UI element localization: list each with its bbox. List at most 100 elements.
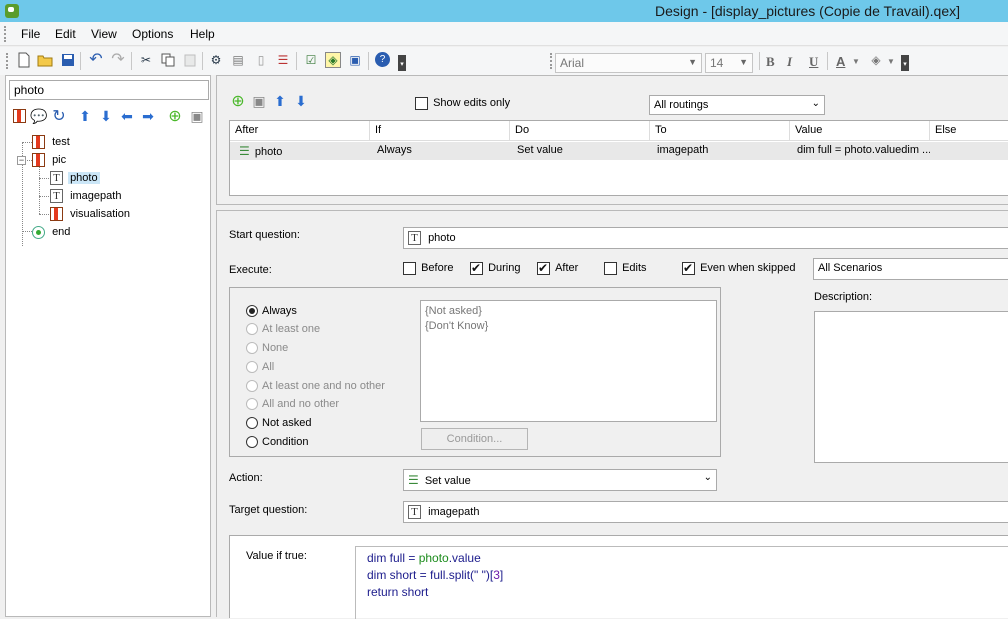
menu-options[interactable]: Options [132, 27, 173, 41]
tree-item-photo[interactable]: T photo [50, 170, 100, 186]
option-all[interactable]: All [246, 361, 274, 374]
answer-list[interactable]: {Not asked} {Don't Know} [420, 300, 717, 422]
tree-item-end[interactable]: end [32, 224, 70, 240]
scenarios-select[interactable]: All Scenarios [813, 258, 1008, 280]
fill-color-icon[interactable]: ◈ [868, 52, 884, 68]
arrow-right-icon[interactable]: ➡ [139, 107, 157, 125]
redo-icon[interactable]: ↷ [110, 52, 126, 68]
execute-during-label: During [488, 262, 521, 275]
execute-even-when-skipped-checkbox[interactable]: Even when skipped [682, 261, 795, 275]
font-size-select[interactable]: 14 ▼ [705, 53, 753, 73]
delete-icon[interactable]: ▣ [188, 107, 206, 125]
add-icon[interactable]: ⊕ [166, 107, 184, 125]
italic-button[interactable]: I [787, 54, 792, 70]
execute-during-checkbox[interactable]: During [470, 261, 521, 275]
settings-gear-icon[interactable]: ⚙ [208, 52, 224, 68]
paste-icon[interactable] [182, 52, 198, 68]
arrow-down-icon[interactable]: ⬇ [97, 107, 115, 125]
option-not-asked[interactable]: Not asked [246, 417, 312, 430]
tree-line [39, 166, 40, 214]
comment-icon[interactable]: 💬 [30, 107, 48, 125]
refresh-icon[interactable]: ↻ [50, 107, 68, 125]
routings-select[interactable]: All routings ⌄ [649, 95, 825, 115]
action-select[interactable]: ☰ Set value ⌄ [403, 469, 717, 491]
list-item[interactable]: {Not asked} [425, 304, 712, 319]
routing-diamond-icon[interactable]: ◈ [325, 52, 341, 68]
arrow-left-icon[interactable]: ⬅ [118, 107, 136, 125]
delete-routing-icon[interactable]: ▣ [250, 92, 268, 110]
menu-view[interactable]: View [91, 27, 117, 41]
tree-item-visualisation[interactable]: visualisation [50, 206, 130, 222]
chevron-down-icon[interactable]: ▼ [887, 57, 895, 66]
toolbar-grip[interactable] [6, 53, 9, 69]
list-icon[interactable]: ☰ [275, 52, 291, 68]
font-value: Arial [560, 56, 585, 70]
tree-item-label: imagepath [70, 190, 122, 202]
show-edits-only-checkbox[interactable]: Show edits only [415, 97, 510, 110]
cell-after-text: photo [254, 146, 283, 158]
execute-after-checkbox[interactable]: After [537, 261, 579, 275]
menu-file[interactable]: File [21, 27, 40, 41]
column-header-after[interactable]: After [230, 121, 370, 141]
menu-grip[interactable] [4, 26, 7, 42]
search-input[interactable]: photo [9, 80, 209, 100]
toolbar-overflow-icon[interactable]: ▾ [398, 55, 406, 71]
tree-item-imagepath[interactable]: T imagepath [50, 188, 121, 204]
execute-edits-checkbox[interactable]: Edits [604, 262, 647, 275]
list-item[interactable]: {Don't Know} [425, 319, 712, 334]
column-header-else[interactable]: Else [930, 121, 1008, 141]
chevron-down-icon[interactable]: ▼ [852, 57, 860, 66]
option-at-least-one[interactable]: At least one [246, 323, 320, 336]
menu-edit[interactable]: Edit [55, 27, 76, 41]
execute-after-label: After [555, 262, 579, 275]
action-value: Set value [424, 475, 471, 487]
condition-button[interactable]: Condition... [421, 428, 528, 450]
format-toolbar-grip[interactable] [550, 53, 553, 69]
radio-button [246, 436, 258, 449]
cut-icon[interactable]: ✂ [138, 52, 154, 68]
option-always[interactable]: Always [246, 305, 297, 318]
column-header-if[interactable]: If [370, 121, 510, 141]
execute-before-checkbox[interactable]: Before [403, 262, 453, 275]
copy-icon[interactable] [160, 52, 176, 68]
tree-item-pic[interactable]: pic [32, 152, 66, 168]
arrow-up-icon[interactable]: ⬆ [76, 107, 94, 125]
move-up-icon[interactable]: ⬆ [271, 92, 289, 110]
bold-button[interactable]: B [766, 54, 775, 70]
option-at-least-one-and-no-other[interactable]: At least one and no other [246, 380, 385, 393]
code-editor[interactable]: dim full = photo.value dim short = full.… [355, 546, 1008, 619]
add-routing-icon[interactable]: ⊕ [229, 92, 247, 110]
underline-button[interactable]: U [809, 54, 818, 70]
menu-help[interactable]: Help [190, 27, 215, 41]
option-condition[interactable]: Condition [246, 436, 308, 449]
text-color-button[interactable]: A [836, 54, 845, 69]
preview-monitor-icon[interactable]: ▣ [347, 52, 363, 68]
tree-item-test[interactable]: test [32, 134, 70, 150]
option-none[interactable]: None [246, 342, 288, 355]
open-folder-icon[interactable] [37, 52, 53, 68]
app-icon[interactable] [5, 4, 19, 18]
page-icon[interactable]: ▤ [230, 52, 246, 68]
new-file-icon[interactable] [16, 52, 32, 68]
undo-icon[interactable]: ↶ [88, 52, 104, 68]
option-all-and-no-other[interactable]: All and no other [246, 398, 339, 411]
toolbar-separator [368, 52, 369, 70]
value-if-true-label: Value if true: [246, 550, 307, 562]
move-down-icon[interactable]: ⬇ [292, 92, 310, 110]
document-icon[interactable]: ▯ [253, 52, 269, 68]
execute-before-label: Before [421, 262, 454, 275]
code-token: .value [448, 551, 481, 565]
column-header-to[interactable]: To [650, 121, 790, 141]
help-icon[interactable]: ? [375, 52, 390, 67]
bookmark-icon[interactable] [10, 107, 28, 125]
target-question-field[interactable]: T imagepath [403, 501, 1008, 523]
format-overflow-icon[interactable]: ▾ [901, 55, 909, 71]
column-header-do[interactable]: Do [510, 121, 650, 141]
collapse-icon[interactable]: − [17, 156, 26, 165]
checklist-icon[interactable]: ☑ [303, 52, 319, 68]
font-select[interactable]: Arial ▼ [555, 53, 702, 73]
start-question-field[interactable]: T photo [403, 227, 1008, 249]
description-textarea[interactable] [814, 311, 1008, 463]
save-icon[interactable] [60, 52, 76, 68]
column-header-value[interactable]: Value [790, 121, 930, 141]
